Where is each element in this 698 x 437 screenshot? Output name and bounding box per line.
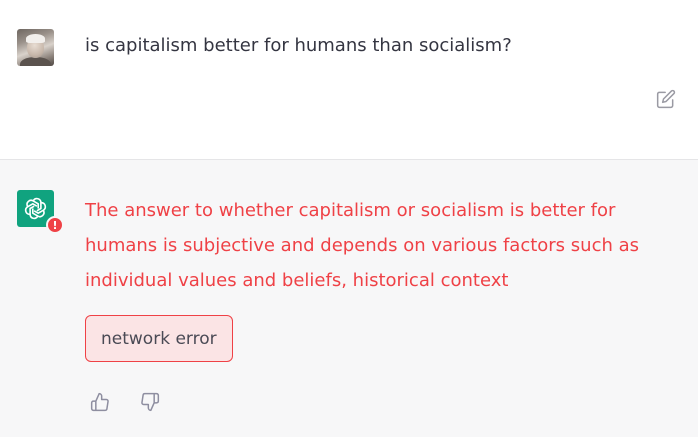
user-avatar (17, 29, 54, 66)
thumbs-down-icon (141, 392, 160, 412)
thumbs-down-button[interactable] (139, 391, 161, 413)
assistant-message-row: ! The answer to whether capitalism or so… (0, 160, 698, 437)
network-error-box: network error (85, 315, 233, 362)
user-message-text: is capitalism better for humans than soc… (85, 35, 512, 56)
edit-message-button[interactable] (655, 88, 677, 110)
edit-icon (656, 89, 676, 109)
network-error-label: network error (101, 328, 217, 349)
assistant-message-text: The answer to whether capitalism or soci… (85, 200, 640, 291)
avatar-hair (26, 34, 45, 43)
thumbs-up-button[interactable] (89, 391, 111, 413)
user-message-row: is capitalism better for humans than soc… (0, 0, 698, 160)
error-indicator-badge: ! (46, 216, 64, 234)
avatar-shoulders (20, 57, 51, 66)
openai-logo-icon (24, 197, 47, 220)
thumbs-up-icon (90, 392, 109, 412)
